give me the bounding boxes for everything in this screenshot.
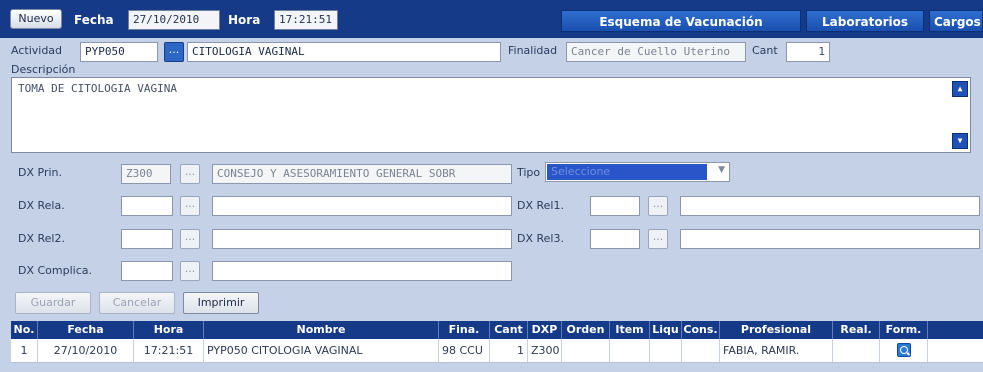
dx-rel3-desc-field[interactable] [680,229,980,249]
dx-prin-label: DX Prin. [18,166,62,179]
dx-rel1-desc-field[interactable] [680,196,980,216]
dx-complica-desc-field[interactable] [212,261,512,281]
dx-rel1-lookup-button[interactable]: ... [648,196,668,216]
grid-header-item[interactable]: Item [610,321,650,339]
grid-header: No. Fecha Hora Nombre Fina. Cant DXP Ord… [11,321,983,339]
cell-form [880,339,928,362]
fecha-label: Fecha [74,13,114,27]
tab-esquema-vacunacion[interactable]: Esquema de Vacunación [561,10,801,32]
cell-hora: 17:21:51 [134,339,204,362]
cell-cant: 1 [490,339,528,362]
tipo-select[interactable]: Seleccione ▼ [545,162,730,182]
grid-header-profesional[interactable]: Profesional [720,321,833,339]
cell-item [610,339,650,362]
tab-cargos[interactable]: Cargos [929,10,983,32]
actividad-label: Actividad [11,44,63,57]
top-toolbar: Nuevo Fecha 27/10/2010 Hora 17:21:51 Esq… [0,0,983,38]
finalidad-field[interactable]: Cancer de Cuello Uterino [566,42,746,62]
dx-rela-desc-field[interactable] [212,196,512,216]
cell-nombre: PYP050 CITOLOGIA VAGINAL [204,339,439,362]
grid-header-dxp[interactable]: DXP [528,321,562,339]
scroll-up-icon[interactable]: ▲ [952,81,968,97]
cancelar-button[interactable]: Cancelar [99,292,175,314]
cell-no: 1 [11,339,38,362]
chevron-down-icon: ▼ [718,165,725,175]
nuevo-button[interactable]: Nuevo [10,9,62,29]
grid-header-real[interactable]: Real. [833,321,880,339]
grid-header-orden[interactable]: Orden [562,321,610,339]
dx-rel2-lookup-button[interactable]: ... [180,229,200,249]
cell-real [833,339,880,362]
cell-cons [682,339,720,362]
grid-header-hora[interactable]: Hora [134,321,204,339]
grid-header-form[interactable]: Form. [880,321,928,339]
cell-orden [562,339,610,362]
descripcion-text: TOMA DE CITOLOGIA VAGINA [18,82,177,95]
cant-label: Cant [752,44,778,57]
hora-field[interactable]: 17:21:51 [274,10,338,30]
grid-header-fina[interactable]: Fina. [439,321,490,339]
cell-fecha: 27/10/2010 [38,339,134,362]
dx-complica-code-field[interactable] [121,261,173,281]
tipo-select-value: Seleccione [547,164,707,180]
cell-liqu [650,339,682,362]
grid-header-fecha[interactable]: Fecha [38,321,134,339]
dx-prin-code-field[interactable]: Z300 [121,164,171,184]
cell-fina: 98 CCU [439,339,490,362]
grid-header-cons[interactable]: Cons. [682,321,720,339]
dx-rel1-label: DX Rel1. [517,199,564,212]
grid-header-liqu[interactable]: Liqu [650,321,682,339]
grid-header-no[interactable]: No. [11,321,38,339]
search-icon[interactable] [896,343,911,357]
cell-dxp: Z300 [528,339,562,362]
dx-rela-code-field[interactable] [121,196,173,216]
scroll-down-icon[interactable]: ▼ [952,133,968,149]
dx-rel3-code-field[interactable] [590,229,640,249]
dx-rel2-desc-field[interactable] [212,229,512,249]
descripcion-textarea[interactable]: TOMA DE CITOLOGIA VAGINA ▲ ▼ [11,77,971,153]
imprimir-button[interactable]: Imprimir [183,292,259,314]
dx-rel3-label: DX Rel3. [517,232,564,245]
tipo-label: Tipo [517,166,541,179]
cant-field[interactable]: 1 [786,42,830,62]
grid-header-cant[interactable]: Cant [490,321,528,339]
app-window: Nuevo Fecha 27/10/2010 Hora 17:21:51 Esq… [0,0,983,372]
dx-rel3-lookup-button[interactable]: ... [648,229,668,249]
dx-rela-lookup-button[interactable]: ... [180,196,200,216]
actividad-lookup-button[interactable]: ... [164,42,184,62]
cell-profesional: FABIA, RAMIR. [720,339,833,362]
dx-prin-lookup-button[interactable]: ... [180,164,200,184]
grid-header-nombre[interactable]: Nombre [204,321,439,339]
finalidad-label: Finalidad [508,44,558,57]
dx-rel2-label: DX Rel2. [18,232,65,245]
hora-label: Hora [228,13,261,27]
guardar-button[interactable]: Guardar [15,292,91,314]
dx-rela-label: DX Rela. [18,199,65,212]
tab-laboratorios[interactable]: Laboratorios [806,10,924,32]
dx-rel1-code-field[interactable] [590,196,640,216]
table-row[interactable]: 1 27/10/2010 17:21:51 PYP050 CITOLOGIA V… [11,339,983,363]
fecha-field[interactable]: 27/10/2010 [128,10,220,30]
dx-rel2-code-field[interactable] [121,229,173,249]
actividades-grid: No. Fecha Hora Nombre Fina. Cant DXP Ord… [11,321,983,363]
dx-complica-label: DX Complica. [18,264,93,277]
actividad-name-field[interactable]: CITOLOGIA VAGINAL [187,42,501,62]
descripcion-label: Descripción [11,63,76,76]
dx-complica-lookup-button[interactable]: ... [180,261,200,281]
dx-prin-desc-field[interactable]: CONSEJO Y ASESORAMIENTO GENERAL SOBR [212,164,512,184]
actividad-code-field[interactable]: PYP050 [80,42,158,62]
